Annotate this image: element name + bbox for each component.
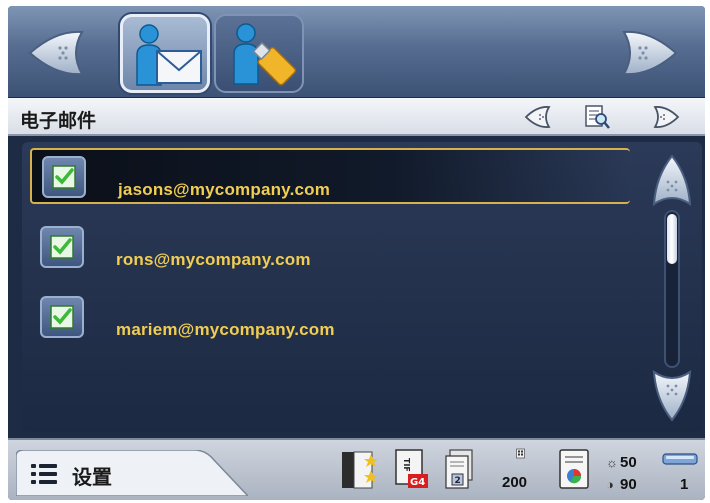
scrollbar-track[interactable] xyxy=(664,210,680,368)
brightness-status: ☼ 50 xyxy=(606,454,637,471)
list-item[interactable]: rons@mycompany.com xyxy=(30,220,630,276)
brightness-icon: ☼ xyxy=(606,455,618,470)
checkbox[interactable] xyxy=(42,156,86,198)
document-pages-icon: 2 xyxy=(445,449,473,489)
copies-count: 1 xyxy=(680,476,689,493)
chevron-down-icon xyxy=(652,370,692,422)
pages-status: 2 xyxy=(442,448,478,492)
user-email-icon xyxy=(136,24,202,86)
checkbox[interactable] xyxy=(40,296,84,338)
scanner-app-window: 电子邮件 jasons@mycompany.com rons@mycompany… xyxy=(8,6,705,500)
tab-usb-storage[interactable] xyxy=(214,14,304,93)
scrollbar-thumb[interactable] xyxy=(667,214,677,264)
previous-arrow-button[interactable] xyxy=(22,26,86,80)
duplex-status xyxy=(340,448,380,492)
contrast-value: 90 xyxy=(620,476,637,493)
list-item[interactable]: jasons@mycompany.com xyxy=(30,148,630,204)
user-usb-icon xyxy=(233,23,297,86)
arrow-left-icon xyxy=(28,30,84,76)
color-document-icon xyxy=(559,449,589,489)
duplex-icon xyxy=(342,451,378,489)
svg-text:G4: G4 xyxy=(410,477,425,488)
bottom-status-bar: 设置 TIF G4 2 200 ☼ 50 ◑ 90 1 xyxy=(8,438,705,500)
color-mode-status xyxy=(556,448,594,492)
top-toolbar xyxy=(8,6,705,97)
scroll-up-button[interactable] xyxy=(648,152,696,208)
resolution-icon xyxy=(516,448,525,459)
next-arrow-button[interactable] xyxy=(620,26,684,80)
brightness-value: 50 xyxy=(620,454,637,471)
checkbox[interactable] xyxy=(40,226,84,268)
preview-icon xyxy=(585,105,610,129)
email-address: jasons@mycompany.com xyxy=(118,180,331,199)
arrow-right-icon xyxy=(653,106,680,128)
svg-text:TIF: TIF xyxy=(402,458,411,472)
checkmark-icon xyxy=(52,165,76,189)
svg-text:2: 2 xyxy=(455,476,461,486)
arrow-left-icon xyxy=(524,106,551,128)
chevron-up-icon xyxy=(652,154,692,206)
copies-icon xyxy=(662,453,698,465)
resolution-value: 200 xyxy=(502,474,528,491)
list-item[interactable]: mariem@mycompany.com xyxy=(30,290,630,346)
settings-button[interactable]: 设置 xyxy=(16,450,248,496)
contrast-icon: ◑ xyxy=(606,477,614,492)
preview-button[interactable] xyxy=(583,104,611,130)
checkmark-icon xyxy=(50,235,74,259)
contrast-status: ◑ 90 xyxy=(606,476,637,493)
section-title: 电子邮件 xyxy=(20,110,97,132)
tab-email[interactable] xyxy=(120,14,210,93)
email-list: jasons@mycompany.com rons@mycompany.com … xyxy=(22,142,702,432)
file-format-status: TIF G4 xyxy=(392,448,430,492)
header-next-button[interactable] xyxy=(653,104,681,130)
tif-g4-icon: TIF G4 xyxy=(395,449,428,488)
arrow-right-icon xyxy=(622,30,678,76)
checkmark-icon xyxy=(50,305,74,329)
scroll-down-button[interactable] xyxy=(648,368,696,424)
header-previous-button[interactable] xyxy=(523,104,551,130)
list-icon xyxy=(31,464,57,484)
settings-label: 设置 xyxy=(72,465,112,489)
email-address: rons@mycompany.com xyxy=(116,250,311,269)
email-address: mariem@mycompany.com xyxy=(116,320,335,339)
section-header: 电子邮件 xyxy=(8,98,705,136)
